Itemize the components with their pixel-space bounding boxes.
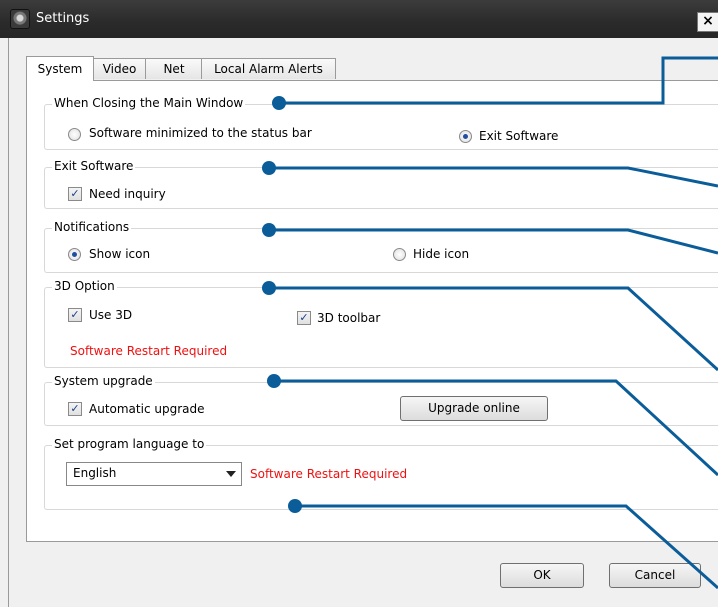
callout-overlay: [262, 56, 718, 590]
callout-line-system-upgrade: [274, 379, 718, 477]
callout-line-exit-software: [269, 166, 718, 188]
callout-dot-exit-software: [262, 161, 276, 175]
callout-line-closing: [279, 56, 718, 105]
callout-dot-system-upgrade: [267, 374, 281, 388]
callout-line-language: [295, 504, 718, 590]
callout-dot-notifications: [262, 223, 276, 237]
callout-dot-language: [288, 499, 302, 513]
tab-system[interactable]: System: [26, 56, 94, 81]
callout-line-notifications: [269, 228, 718, 255]
callout-dot-closing: [272, 96, 286, 110]
callout-line-3d-option: [269, 286, 718, 372]
callout-dot-3d-option: [262, 281, 276, 295]
